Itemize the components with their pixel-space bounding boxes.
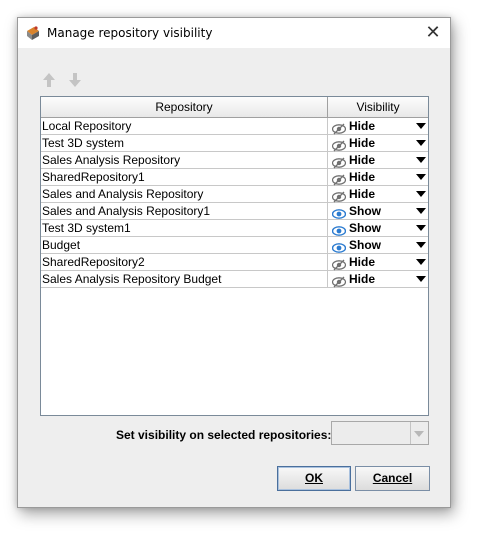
visibility-value: Hide xyxy=(349,136,376,150)
visibility-dropdown[interactable]: Hide xyxy=(327,135,428,152)
repository-name-cell[interactable]: Budget xyxy=(42,237,326,253)
repository-name-cell[interactable]: Test 3D system1 xyxy=(42,220,326,236)
repository-name-cell[interactable]: Test 3D system xyxy=(42,135,326,151)
repository-name-cell[interactable]: SharedRepository1 xyxy=(42,169,326,185)
repository-name-cell[interactable]: Sales and Analysis Repository1 xyxy=(42,203,326,219)
visibility-value: Show xyxy=(349,221,381,235)
eye-slash-icon xyxy=(331,120,347,135)
visibility-dropdown[interactable]: Hide xyxy=(327,169,428,186)
visibility-value: Hide xyxy=(349,272,376,286)
arrow-up-icon[interactable] xyxy=(42,72,56,88)
chevron-down-icon xyxy=(416,276,426,282)
cancel-button[interactable]: Cancel xyxy=(355,466,430,491)
visibility-dropdown[interactable]: Show xyxy=(327,203,428,219)
column-header-repository[interactable]: Repository xyxy=(41,97,328,117)
visibility-value: Show xyxy=(349,238,381,252)
table-row[interactable]: SharedRepository2 Hide xyxy=(41,254,428,271)
table-row[interactable]: Test 3D system1 Show xyxy=(41,220,428,237)
visibility-dropdown[interactable]: Hide xyxy=(327,271,428,288)
visibility-dropdown[interactable]: Show xyxy=(327,237,428,253)
table-row[interactable]: Budget Show xyxy=(41,237,428,254)
chevron-down-icon xyxy=(416,157,426,163)
eye-slash-icon xyxy=(331,154,347,169)
table-body: Local Repository Hide Test 3D system Hide Sa… xyxy=(41,118,428,288)
visibility-dropdown[interactable]: Hide xyxy=(327,254,428,271)
chevron-down-icon xyxy=(416,208,426,214)
repository-name-cell[interactable]: Sales Analysis Repository xyxy=(42,152,326,168)
chevron-down-icon xyxy=(416,174,426,180)
visibility-dropdown[interactable]: Hide xyxy=(327,152,428,169)
visibility-value: Show xyxy=(349,204,381,218)
repository-table: Repository Visibility Local Repository Hi… xyxy=(40,96,429,416)
table-row[interactable]: Test 3D system Hide xyxy=(41,135,428,152)
visibility-value: Hide xyxy=(349,153,376,167)
ok-button-label: OK xyxy=(305,471,323,485)
repository-name-cell[interactable]: Sales Analysis Repository Budget xyxy=(42,271,326,287)
visibility-dropdown[interactable]: Hide xyxy=(327,118,428,135)
visibility-dropdown[interactable]: Show xyxy=(327,220,428,236)
chevron-down-icon xyxy=(416,191,426,197)
close-button[interactable]: ✕ xyxy=(424,24,442,42)
eye-slash-icon xyxy=(331,137,347,152)
set-visibility-label: Set visibility on selected repositories: xyxy=(116,428,332,442)
cancel-button-label: Cancel xyxy=(372,471,413,485)
table-row[interactable]: Sales Analysis Repository Budget Hide xyxy=(41,271,428,288)
chevron-down-icon xyxy=(416,259,426,265)
eye-slash-icon xyxy=(331,188,347,203)
chevron-down-icon xyxy=(416,225,426,231)
arrow-down-icon[interactable] xyxy=(68,72,82,88)
visibility-value: Hide xyxy=(349,255,376,269)
chevron-down-icon xyxy=(416,140,426,146)
chevron-down-icon xyxy=(416,123,426,129)
visibility-value: Hide xyxy=(349,119,376,133)
table-row[interactable]: SharedRepository1 Hide xyxy=(41,169,428,186)
table-header: Repository Visibility xyxy=(41,97,428,118)
eye-icon xyxy=(331,222,347,236)
eye-icon xyxy=(331,239,347,253)
manage-visibility-dialog: Manage repository visibility ✕ Repositor… xyxy=(17,17,451,508)
visibility-value: Hide xyxy=(349,170,376,184)
ok-button[interactable]: OK xyxy=(277,466,351,491)
repository-name-cell[interactable]: Sales and Analysis Repository xyxy=(42,186,326,202)
eye-slash-icon xyxy=(331,171,347,186)
eye-slash-icon xyxy=(331,256,347,271)
table-row[interactable]: Local Repository Hide xyxy=(41,118,428,135)
eye-icon xyxy=(331,205,347,219)
set-visibility-dropdown[interactable] xyxy=(331,421,429,445)
repository-name-cell[interactable]: SharedRepository2 xyxy=(42,254,326,270)
column-header-visibility[interactable]: Visibility xyxy=(328,97,428,117)
visibility-value: Hide xyxy=(349,187,376,201)
repository-name-cell[interactable]: Local Repository xyxy=(42,118,326,134)
window-title: Manage repository visibility xyxy=(47,26,213,40)
app-icon xyxy=(27,26,39,40)
set-visibility-value xyxy=(332,422,411,444)
table-row[interactable]: Sales and Analysis Repository Hide xyxy=(41,186,428,203)
eye-slash-icon xyxy=(331,273,347,288)
chevron-down-icon xyxy=(416,242,426,248)
chevron-down-icon xyxy=(414,431,424,437)
table-row[interactable]: Sales and Analysis Repository1 Show xyxy=(41,203,428,220)
title-bar[interactable]: Manage repository visibility ✕ xyxy=(18,18,450,48)
visibility-dropdown[interactable]: Hide xyxy=(327,186,428,203)
table-row[interactable]: Sales Analysis Repository Hide xyxy=(41,152,428,169)
